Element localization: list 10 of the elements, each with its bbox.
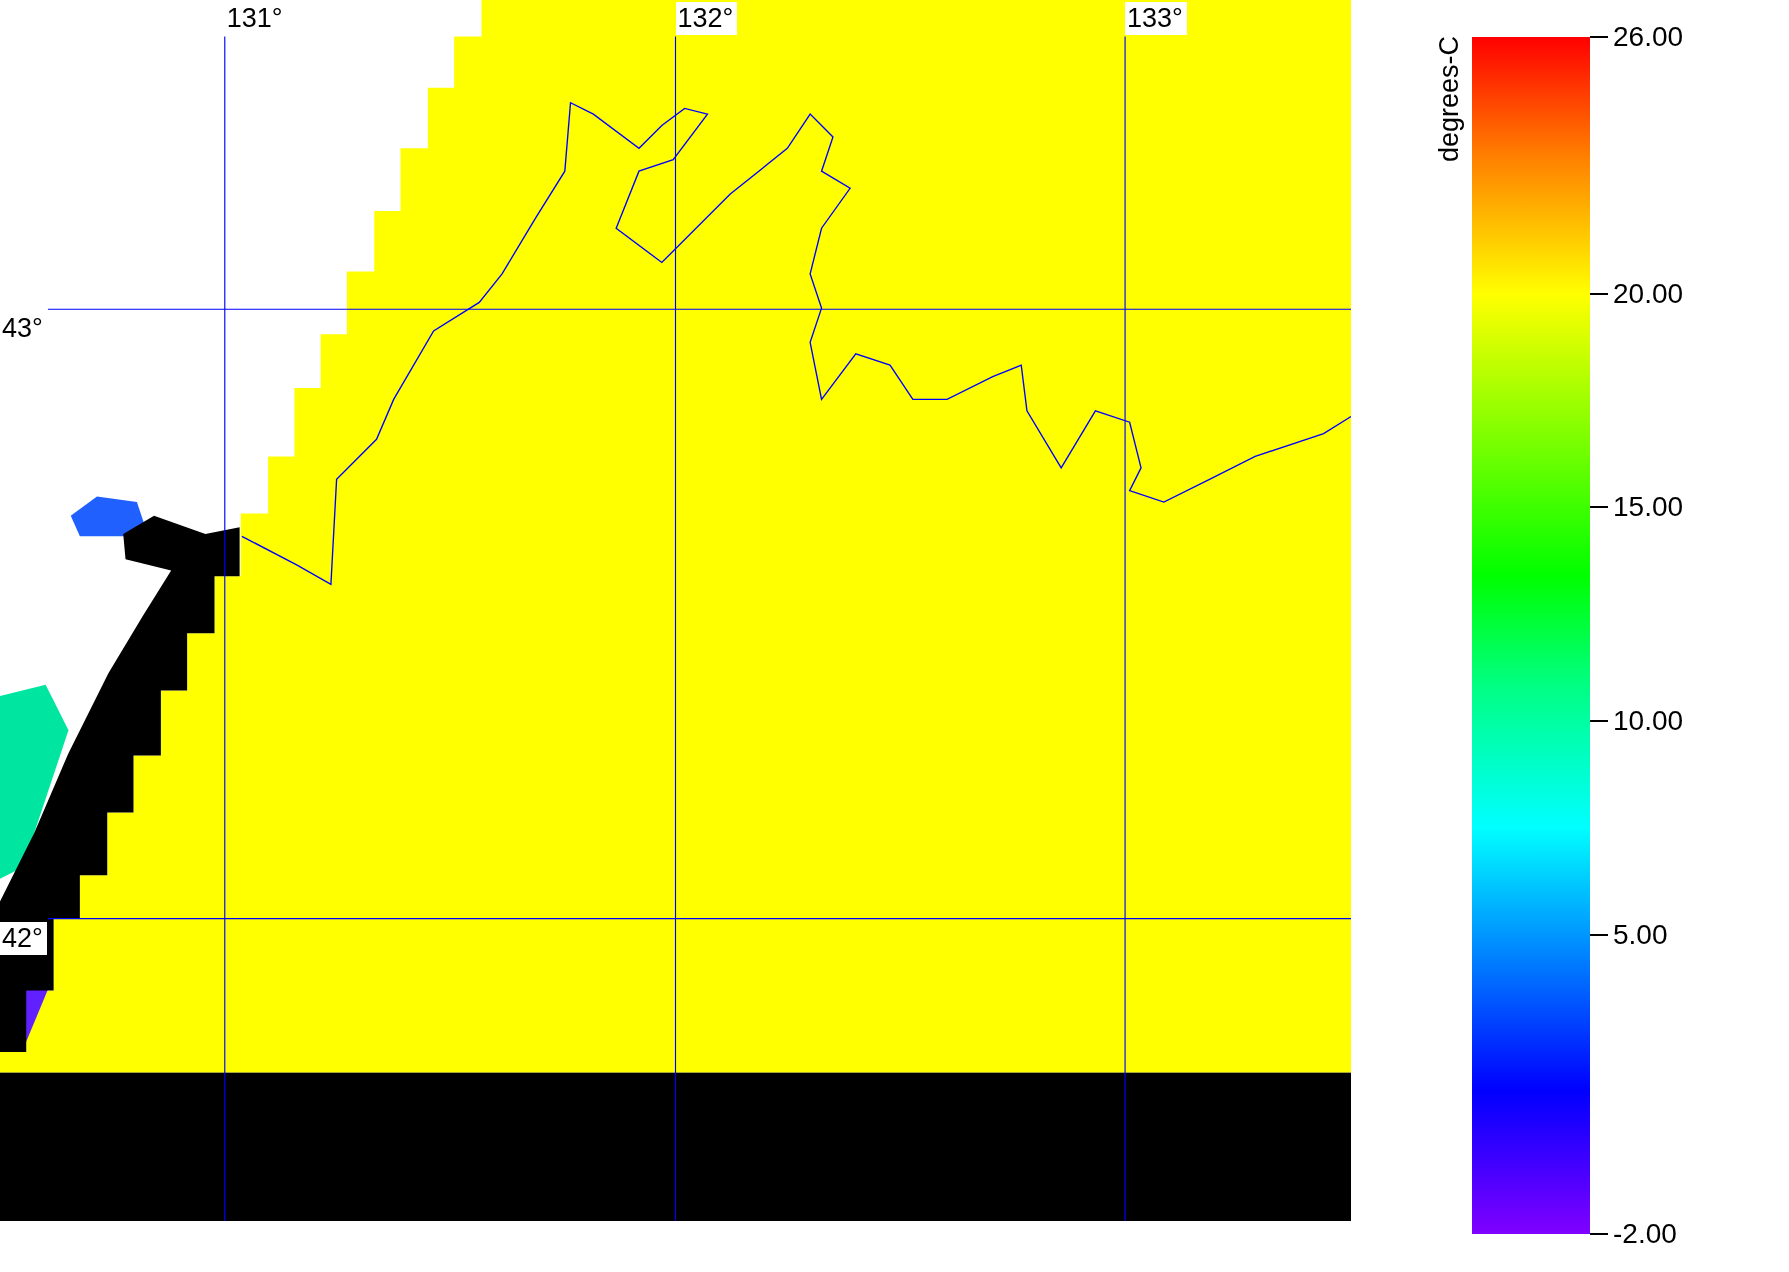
colorbar-tick-label: -2.00 xyxy=(1613,1220,1677,1248)
colorbar-tick-label: 5.00 xyxy=(1613,920,1668,949)
latitude-label: 42° xyxy=(0,921,47,955)
longitude-label: 133° xyxy=(1125,2,1187,35)
unit-label: degrees-C xyxy=(1436,36,1463,163)
longitude-label: 132° xyxy=(675,2,738,35)
colorbar-tick-label: 15.00 xyxy=(1613,493,1684,522)
colorbar-tick-label: 10.00 xyxy=(1613,707,1684,735)
colorbar-tick-label: 26.00 xyxy=(1613,23,1684,51)
colorbar-tick-label: 20.00 xyxy=(1613,279,1684,308)
